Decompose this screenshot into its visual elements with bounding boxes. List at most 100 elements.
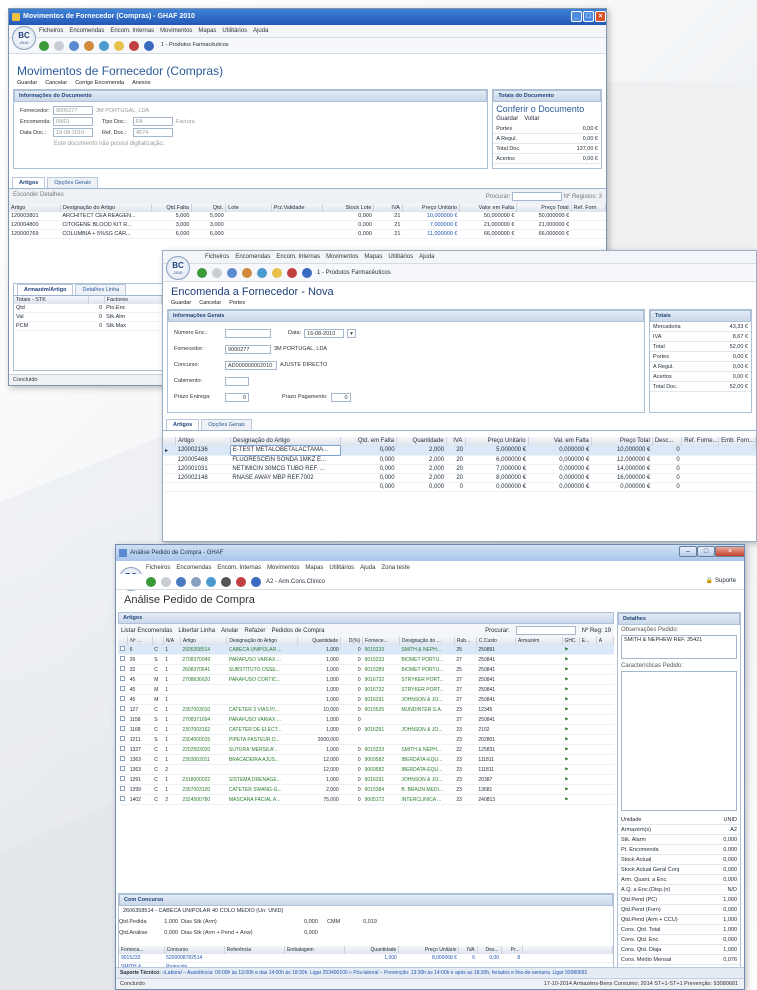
stop-icon[interactable]: [54, 40, 64, 51]
numero-field[interactable]: [225, 328, 271, 338]
col-preco-total[interactable]: Preço Total: [516, 204, 572, 212]
col-preco-total[interactable]: Preço Total: [591, 437, 653, 446]
table-row[interactable]: 1363 C 1 2303003011 BRACADEIRA AJUS... 12,000…: [118, 754, 614, 765]
prazo-pagamento-field[interactable]: 0: [330, 392, 351, 402]
tab-opcoes-gerais[interactable]: Opções Gerais: [47, 177, 98, 188]
menu-encom-internas[interactable]: Encom. Internas: [110, 28, 154, 34]
col-desc[interactable]: Desc...: [652, 437, 683, 446]
menu-utilitarios[interactable]: Utilitários: [222, 28, 247, 34]
refazer-button[interactable]: Refazer: [244, 628, 265, 634]
encomenda-field[interactable]: 09/01: [53, 117, 93, 126]
col-concurso[interactable]: Concurso: [164, 946, 225, 954]
table-row[interactable]: 32 C 1 2608370641 SUBSTITUTO OSSE... 1,000 0 90…: [118, 664, 614, 675]
anexos-button[interactable]: Anexos: [132, 80, 150, 86]
col-tipo[interactable]: [152, 637, 164, 645]
menu-ajuda[interactable]: Ajuda: [360, 565, 375, 571]
table-row[interactable]: 1399 C 1 2307003120 CATETER SWANG-G... 2,000 0…: [118, 784, 614, 795]
table-row[interactable]: 120004800 CITOGENE BLOOD KIT R... 3,000 3,0…: [9, 220, 606, 230]
menu-mapas[interactable]: Mapas: [198, 28, 216, 34]
row-checkbox[interactable]: [118, 714, 128, 725]
calendar-icon[interactable]: [287, 267, 297, 278]
menu-movimentos[interactable]: Movimentos: [160, 28, 192, 34]
col-preco-unitario[interactable]: Preço Unitário: [402, 204, 460, 212]
menu-ficheiros[interactable]: Ficheiros: [39, 28, 63, 34]
document-icon[interactable]: [191, 576, 201, 587]
row-checkbox[interactable]: [118, 654, 128, 665]
tipo-doc-field[interactable]: FA: [133, 117, 173, 126]
menu-utilitarios[interactable]: Utilitários: [388, 254, 413, 260]
table-row[interactable]: 1363 C 2 12,000 0 9069582 IBERDATA-EQU... 23 111…: [118, 764, 614, 775]
stop-icon[interactable]: [161, 576, 171, 587]
table-row[interactable]: 9015233 5200008782514 1,000 8,000068 €6 0,00…: [119, 954, 613, 963]
col-qtd[interactable]: Qtd.: [191, 204, 227, 212]
col-artigo[interactable]: Artigo: [175, 437, 231, 446]
fornecedor-field[interactable]: 9000277: [225, 344, 271, 354]
table-row[interactable]: 120000769 COLUMBIA + 5%SG CAR... 6,000 6,00…: [9, 229, 606, 239]
col-pr[interactable]: Pr...: [501, 946, 523, 954]
col-lote[interactable]: Lote: [225, 204, 272, 212]
corrige-encomenda-button[interactable]: Corrige Encomenda: [75, 80, 124, 86]
col-designacao-forn[interactable]: Designação do ...: [399, 637, 455, 645]
col-ghc[interactable]: GHC: [562, 637, 580, 645]
obs-field[interactable]: SMITH & NEPHEW REF. 35421: [621, 635, 737, 659]
row-checkbox[interactable]: [118, 645, 128, 655]
cancelar-button[interactable]: Cancelar: [45, 80, 67, 86]
col-armazem[interactable]: Armazém: [515, 637, 563, 645]
calendar-icon[interactable]: [236, 576, 246, 587]
col-qtd-falta[interactable]: Qtd. em Falta: [340, 437, 398, 446]
minimize-button[interactable]: –: [679, 546, 697, 557]
col-stock-lote[interactable]: Stock Lote: [322, 204, 375, 212]
table-row[interactable]: ▸ 120002136 E-TEST METALOBETALACTAMA... 0,0…: [163, 445, 756, 456]
table-row[interactable]: 45 M 1 1,000 0 9016291 JOHNSON & JO... 27 250841…: [118, 694, 614, 705]
table-row[interactable]: 45 M 1 1,000 0 9016732 STRYKER PORT... 27 250841…: [118, 684, 614, 695]
farm-select[interactable]: A2 - Arm.Cons.Clínico: [266, 579, 325, 585]
table-row[interactable]: 1211 S 1 2304000015 PIPETA PASTEUR D... 2000,…: [118, 734, 614, 745]
carac-field[interactable]: [621, 671, 737, 811]
col-a[interactable]: A: [596, 637, 615, 645]
col-val-falta[interactable]: Val. em Falta: [528, 437, 592, 446]
table-row[interactable]: 1168 C 1 2307003162 CATETER DE ELECT... 1,000…: [118, 724, 614, 735]
col-c-custo[interactable]: C.Custo: [476, 637, 517, 645]
portes-button[interactable]: Portes: [229, 300, 245, 306]
col-na[interactable]: N/A: [163, 637, 181, 645]
chart-icon[interactable]: [99, 40, 109, 51]
menu-encom-internas[interactable]: Encom. Internas: [276, 254, 320, 260]
col-designacao[interactable]: Designação do Artigo: [60, 204, 153, 212]
menu-mapas[interactable]: Mapas: [364, 254, 382, 260]
row-checkbox[interactable]: [118, 754, 128, 765]
users-icon[interactable]: [242, 267, 252, 278]
row-checkbox[interactable]: [118, 704, 128, 715]
menu-encomendas[interactable]: Encomendas: [69, 28, 104, 34]
chart-icon[interactable]: [206, 576, 216, 587]
chart-icon[interactable]: [257, 267, 267, 278]
table-row[interactable]: 1402 C 2 2324500780 MASCARA FACIAL A... 75,00…: [118, 794, 614, 805]
col-ref-forne[interactable]: Ref. Forne...: [681, 437, 720, 446]
table-row[interactable]: 120002148 RNASE AWAY MBP REF.7002 0,000 2,0…: [163, 473, 756, 483]
search-input[interactable]: [515, 626, 576, 635]
cabimento-field[interactable]: [225, 376, 249, 386]
menu-movimentos[interactable]: Movimentos: [267, 565, 299, 571]
suporte-button[interactable]: 🔒 Suporte: [706, 577, 736, 584]
row-checkbox[interactable]: [118, 794, 128, 805]
table-row[interactable]: 120003801 ARCHITECT CEA REAGEN... 5,000 5,0…: [9, 212, 606, 221]
menu-zona-teste[interactable]: Zona teste: [381, 565, 409, 571]
col-preco-unitario[interactable]: Preço Unitário: [465, 437, 529, 446]
row-checkbox[interactable]: [118, 724, 128, 735]
listar-encomendas-button[interactable]: Listar Encomendas: [121, 628, 172, 634]
col-qtd-falta[interactable]: Qtd.Falta: [151, 204, 192, 212]
calendar-icon[interactable]: [129, 40, 139, 51]
tab-opcoes-gerais[interactable]: Opções Gerais: [201, 419, 252, 430]
menu-ficheiros[interactable]: Ficheiros: [146, 565, 170, 571]
menu-ajuda[interactable]: Ajuda: [253, 28, 268, 34]
row-checkbox[interactable]: [118, 684, 128, 695]
table-row[interactable]: 1158 S 1 2708371694 PARAFUSO VARIAX ... 1,000…: [118, 714, 614, 725]
table-row[interactable]: 0,000 0,000 0 0,000000 €0,000000 €0,000000 …: [163, 482, 756, 492]
refresh-icon[interactable]: [39, 40, 49, 51]
table-row[interactable]: 120005468 FLUORESCEIN SONDA 1MKZ E... 0,00…: [163, 455, 756, 465]
col-prz-validade[interactable]: Prz.Validade: [271, 204, 324, 212]
prazo-entrega-field[interactable]: 0: [225, 392, 249, 402]
row-checkbox[interactable]: [118, 744, 128, 755]
tab-armazem-artigo[interactable]: Armazém/Artigo: [17, 284, 74, 295]
ref-doc-field[interactable]: 4574: [133, 128, 173, 137]
maximize-button[interactable]: □: [583, 11, 594, 22]
